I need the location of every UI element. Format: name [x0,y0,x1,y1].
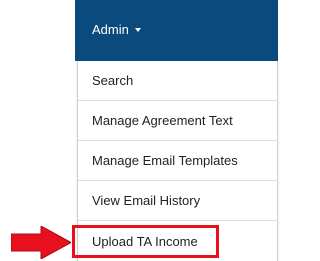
menu-item-manage-agreement-text[interactable]: Manage Agreement Text [78,101,277,141]
menu-item-upload-ta-income[interactable]: Upload TA Income [78,221,277,261]
page: Admin Search Manage Agreement Text Manag… [0,0,278,261]
admin-label: Admin [92,22,129,37]
menu-item-label: View Email History [92,193,201,208]
menu-item-label: Manage Agreement Text [92,113,233,128]
caret-down-icon [134,27,141,32]
menu-item-search[interactable]: Search [78,61,277,101]
menu-item-label: Upload TA Income [92,233,198,249]
menu-item-view-email-history[interactable]: View Email History [78,181,277,221]
menu-item-label: Search [92,73,134,88]
admin-dropdown-toggle[interactable]: Admin [92,22,141,37]
menu-item-manage-email-templates[interactable]: Manage Email Templates [78,141,277,181]
menu-item-label: Manage Email Templates [92,153,238,168]
right-arrow-icon [11,226,71,259]
admin-navbar: Admin [75,0,278,61]
admin-dropdown-menu: Search Manage Agreement Text Manage Emai… [77,61,278,261]
